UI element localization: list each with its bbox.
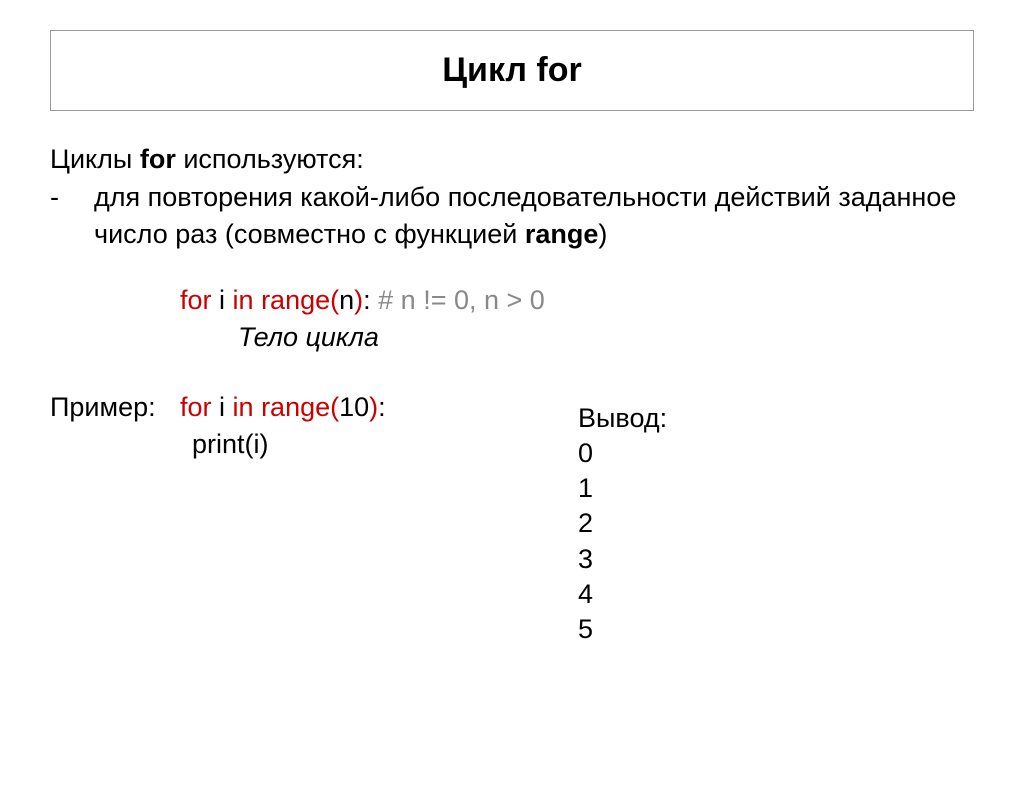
output-line-3: 3 [578, 542, 667, 577]
keyword-in: in [233, 285, 254, 315]
var-i: i [212, 285, 233, 315]
syntax-line-1: for i in range(n): # n != 0, n > 0 [180, 282, 974, 318]
example-print: print(i) [192, 426, 530, 462]
intro-keyword: for [140, 144, 176, 174]
intro-suffix: используются: [176, 144, 364, 174]
ex-space [254, 392, 262, 422]
bullet-dash: - [50, 179, 94, 252]
comment-text: # n != 0, n > 0 [371, 285, 545, 315]
content-area: Циклы for используются: - для повторения… [50, 141, 974, 647]
output-line-5: 5 [578, 612, 667, 647]
ex-keyword-for: for [180, 392, 212, 422]
output-line-1: 1 [578, 471, 667, 506]
space [254, 285, 262, 315]
intro-prefix: Циклы [50, 144, 140, 174]
ex-keyword-range: range( [261, 392, 339, 422]
paren-close: ) [354, 285, 363, 315]
example-output-row: Пример: for i in range(10): print(i) Выв… [50, 389, 974, 647]
keyword-for: for [180, 285, 212, 315]
ex-keyword-in: in [233, 392, 254, 422]
keyword-range: range( [261, 285, 339, 315]
output-column: Вывод: 0 1 2 3 4 5 [578, 401, 667, 647]
example-label-empty [50, 426, 180, 462]
syntax-body: Тело цикла [238, 319, 974, 355]
colon: : [363, 285, 371, 315]
example-row-1: Пример: for i in range(10): [50, 389, 530, 425]
output-line-2: 2 [578, 506, 667, 541]
page-title: Цикл for [51, 51, 973, 90]
var-n: n [339, 285, 354, 315]
example-row-2: print(i) [50, 426, 530, 462]
example-code-line-1: for i in range(10): [180, 389, 530, 425]
intro-text: Циклы for используются: [50, 141, 974, 177]
example-label: Пример: [50, 389, 180, 425]
ex-var-i: i [212, 392, 233, 422]
output-line-4: 4 [578, 577, 667, 612]
bullet-range-bold: range [525, 219, 599, 249]
syntax-block: for i in range(n): # n != 0, n > 0 Тело … [180, 282, 974, 355]
bullet-post: ) [598, 219, 607, 249]
bullet-item: - для повторения какой-либо последовател… [50, 179, 974, 252]
example-column: Пример: for i in range(10): print(i) [50, 389, 530, 647]
ex-paren-close: ) [369, 392, 378, 422]
bullet-text: для повторения какой-либо последовательн… [94, 179, 974, 252]
title-frame: Цикл for [50, 30, 974, 111]
output-label: Вывод: [578, 401, 667, 436]
ex-colon: : [378, 392, 386, 422]
ex-ten: 10 [339, 392, 369, 422]
output-line-0: 0 [578, 436, 667, 471]
